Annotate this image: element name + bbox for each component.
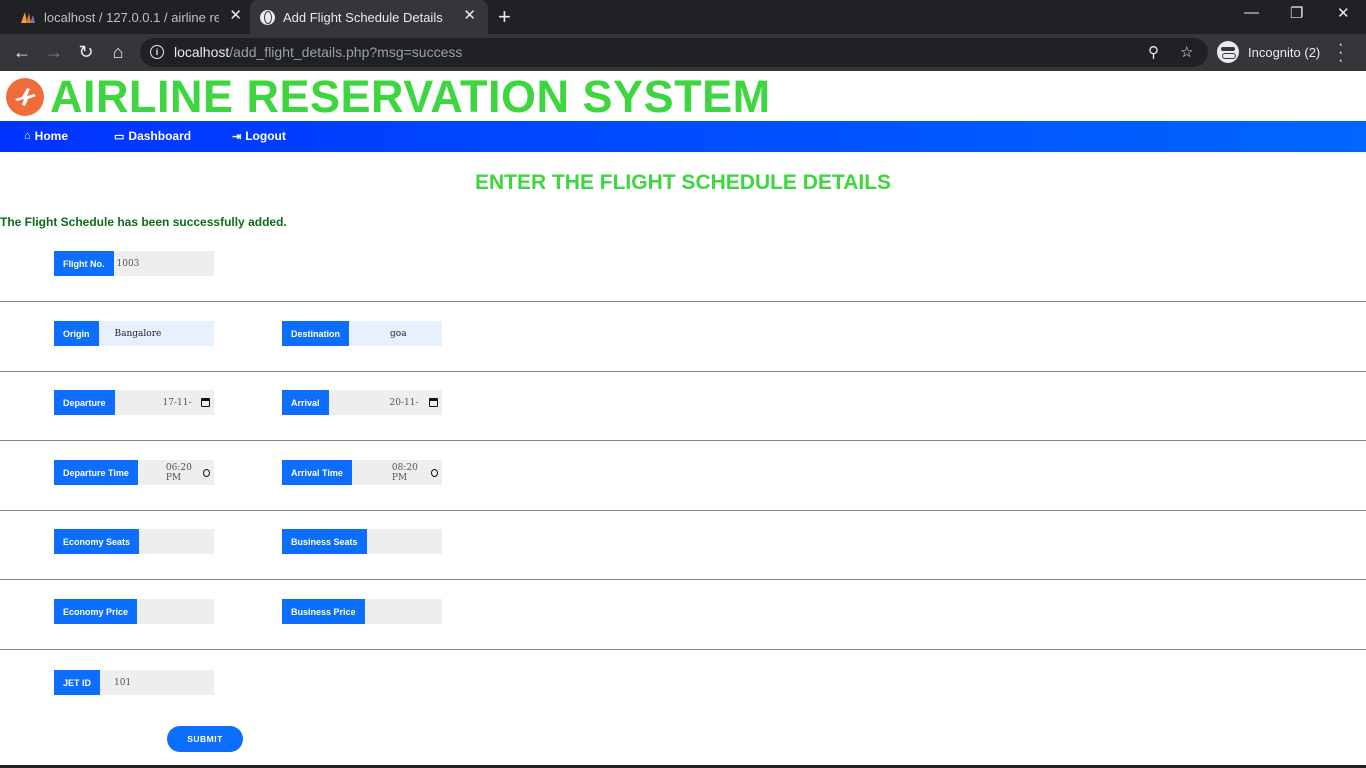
divider [0,579,1366,580]
economy-seats-label: Economy Seats [54,529,140,554]
calendar-icon[interactable] [201,398,210,407]
arrival-date-input[interactable]: 20-11- [328,390,442,415]
departure-time-input[interactable]: 06:20 PM [137,460,214,485]
flight-no-field: Flight No. 1003 [54,251,214,276]
business-seats-field: Business Seats [282,529,442,554]
back-icon[interactable]: ← [11,41,33,63]
page-content: AIRLINE RESERVATION SYSTEM ⌂ Home ▭ Dash… [0,71,1366,768]
address-bar[interactable]: i localhost/add_flight_details.php?msg=s… [140,38,1208,67]
business-price-field: Business Price [282,599,442,624]
business-price-label: Business Price [282,599,365,624]
flight-no-input[interactable]: 1003 [113,251,214,276]
departure-time-field: Departure Time 06:20 PM [54,460,214,485]
business-seats-input[interactable] [366,529,442,554]
divider [0,371,1366,372]
forward-icon[interactable]: → [43,41,65,63]
departure-time-value: 06:20 PM [165,462,192,483]
clock-icon[interactable] [430,468,438,477]
profile-label: Incognito (2) [1248,44,1321,60]
incognito-icon [1217,41,1239,63]
origin-label: Origin [54,321,99,346]
arrival-label: Arrival [282,390,329,415]
more-menu-icon[interactable]: · · · [1338,37,1343,69]
star-icon[interactable]: ☆ [1180,43,1193,61]
form-heading: ENTER THE FLIGHT SCHEDULE DETAILS [474,171,892,194]
clock-icon[interactable] [202,468,210,477]
jet-id-field: JET ID 101 [54,670,214,695]
business-price-input[interactable] [364,599,442,624]
phpmyadmin-favicon-icon [21,12,35,23]
logout-icon: ⇥ [232,130,242,143]
arrival-time-input[interactable]: 08:20 PM [351,460,442,485]
departure-field: Departure 17-11- [54,390,214,415]
divider [0,649,1366,650]
close-window-icon[interactable]: ✕ [1337,4,1350,22]
airplane-logo-icon [6,78,44,116]
site-header: AIRLINE RESERVATION SYSTEM [0,71,1366,122]
divider [0,440,1366,441]
site-title: AIRLINE RESERVATION SYSTEM [50,71,771,122]
nav-logout-label: Logout [245,129,286,143]
divider [0,301,1366,302]
browser-tab-add-flight[interactable]: Add Flight Schedule Details ✕ [250,0,488,34]
destination-field: Destination goa [282,321,442,346]
nav-home-label: Home [34,129,68,143]
origin-field: Origin Bangalore [54,321,214,346]
departure-label: Departure [54,390,115,415]
nav-dashboard[interactable]: ▭ Dashboard [114,129,191,143]
divider [0,510,1366,511]
home-icon: ⌂ [24,130,31,142]
economy-price-label: Economy Price [54,599,138,624]
destination-input[interactable]: goa [349,321,442,346]
monitor-icon: ▭ [114,130,125,143]
economy-price-field: Economy Price [54,599,214,624]
destination-label: Destination [282,321,350,346]
economy-seats-input[interactable] [139,529,214,554]
home-icon[interactable]: ⌂ [107,41,129,63]
reload-icon[interactable]: ↻ [75,41,97,63]
economy-price-input[interactable] [137,599,214,624]
arrival-time-field: Arrival Time 08:20 PM [282,460,442,485]
zoom-icon[interactable]: ⚲ [1148,43,1159,61]
url-path: /add_flight_details.php?msg=success [229,44,463,60]
minimize-icon[interactable]: — [1244,4,1259,21]
success-message: The Flight Schedule has been successfull… [0,215,287,229]
arrival-date-value: 20-11- [389,397,419,408]
site-info-icon[interactable]: i [150,45,164,59]
departure-date-input[interactable]: 17-11- [114,390,214,415]
browser-tab-bar: localhost / 127.0.0.1 / airline rese ✕ A… [0,0,1366,34]
tab-title: Add Flight Schedule Details [283,9,443,25]
jet-id-label: JET ID [54,670,101,695]
close-tab-icon[interactable]: ✕ [229,8,242,24]
close-tab-icon[interactable]: ✕ [463,8,476,24]
submit-button[interactable]: SUBMIT [167,726,243,752]
arrival-time-value: 08:20 PM [391,462,418,483]
tab-title: localhost / 127.0.0.1 / airline rese [44,9,219,25]
new-tab-button[interactable]: + [498,4,511,30]
browser-tab-phpmyadmin[interactable]: localhost / 127.0.0.1 / airline rese ✕ [0,0,250,34]
departure-time-label: Departure Time [54,460,138,485]
globe-icon [260,9,275,25]
nav-home[interactable]: ⌂ Home [24,129,68,143]
url-text[interactable]: localhost/add_flight_details.php?msg=suc… [174,44,462,60]
browser-toolbar: ← → ↻ ⌂ i localhost/add_flight_details.p… [0,34,1366,71]
arrival-field: Arrival 20-11- [282,390,442,415]
restore-icon[interactable]: ❐ [1290,4,1303,22]
url-host: localhost [174,44,230,60]
main-navbar: ⌂ Home ▭ Dashboard ⇥ Logout [0,121,1366,152]
calendar-icon[interactable] [429,398,438,407]
arrival-time-label: Arrival Time [282,460,352,485]
origin-input[interactable]: Bangalore [98,321,214,346]
jet-id-input[interactable]: 101 [100,670,214,695]
departure-date-value: 17-11- [162,397,192,408]
nav-dashboard-label: Dashboard [128,129,192,143]
incognito-profile-button[interactable]: Incognito (2) [1217,39,1320,65]
flight-no-label: Flight No. [54,251,114,276]
business-seats-label: Business Seats [282,529,367,554]
economy-seats-field: Economy Seats [54,529,214,554]
nav-logout[interactable]: ⇥ Logout [232,129,286,143]
